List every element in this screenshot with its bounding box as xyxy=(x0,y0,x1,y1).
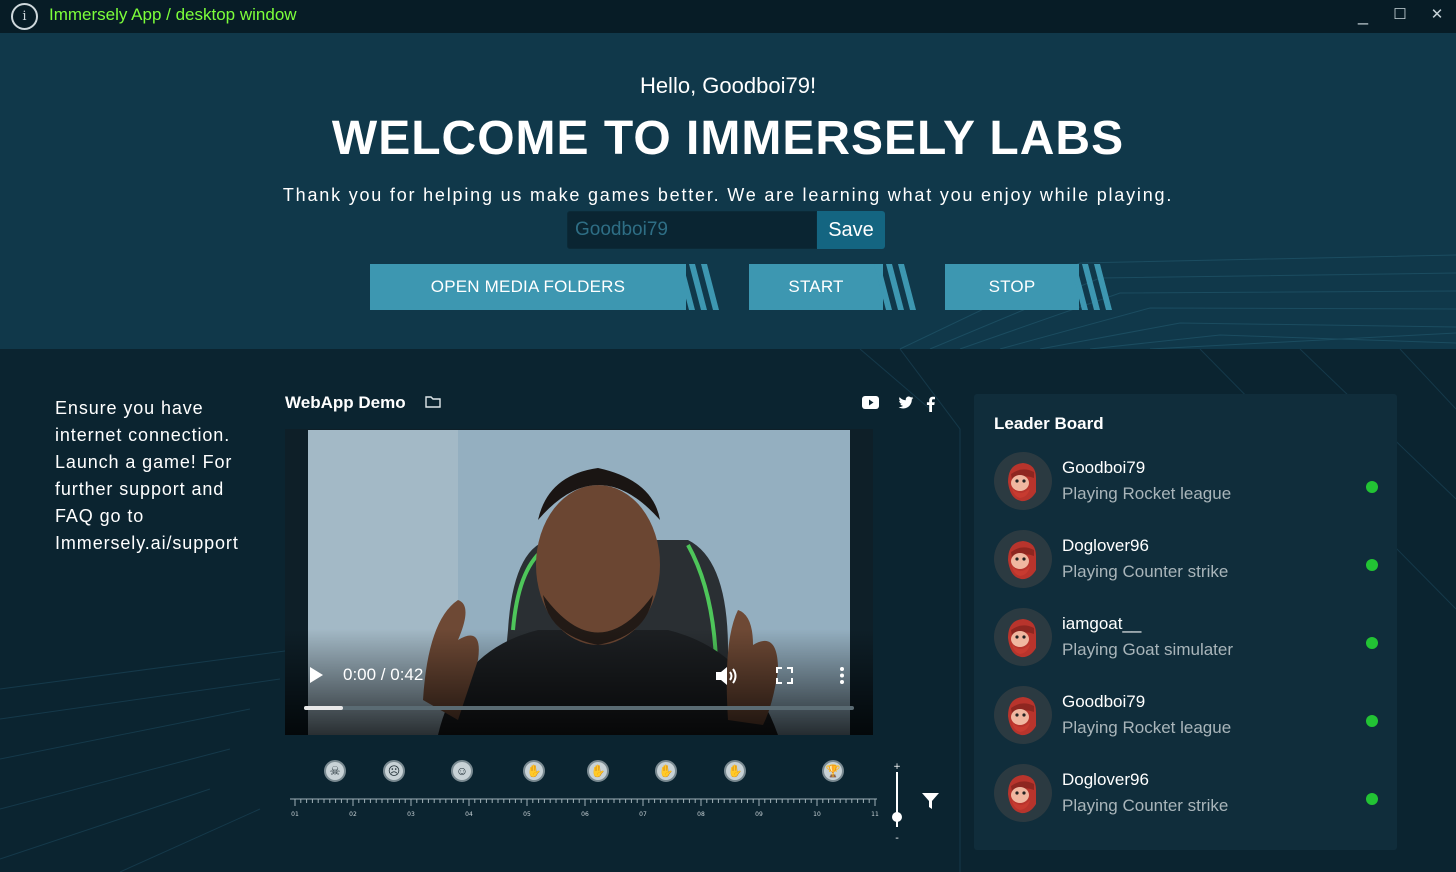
hand-icon[interactable]: ✋ xyxy=(724,760,746,782)
page-title: WELCOME TO IMMERSELY LABS xyxy=(331,112,1125,165)
video-time: 0:00 / 0:42 xyxy=(343,665,424,684)
timeline-tick-label: 02 xyxy=(349,811,357,818)
online-status-dot xyxy=(1366,637,1378,649)
sad-face-icon[interactable]: ☹ xyxy=(383,760,405,782)
timeline-ruler[interactable]: 01 02 03 04 05 06 07 08 09 10 11 xyxy=(285,789,885,829)
timeline-tick-label: 07 xyxy=(639,811,647,818)
leaderboard-panel: Leader Board Goodboi79 Playing Rocket lea… xyxy=(974,394,1397,850)
timeline-tick-label: 09 xyxy=(755,811,763,818)
stripes-decoration xyxy=(1070,264,1112,310)
hand-icon[interactable]: ✋ xyxy=(587,760,609,782)
open-media-folders-button[interactable]: OPEN MEDIA FOLDERS xyxy=(370,264,686,310)
start-button[interactable]: START xyxy=(749,264,883,310)
timeline-tick-label: 04 xyxy=(465,811,473,818)
welcome-panel: Hello, Goodboi79! WELCOME TO IMMERSELY L… xyxy=(0,33,1456,349)
youtube-icon[interactable] xyxy=(862,396,879,409)
fullscreen-icon[interactable] xyxy=(776,667,793,684)
title-bar: i Immersely App / desktop window _ ☐ ✕ xyxy=(0,0,1456,33)
minimize-button[interactable]: _ xyxy=(1351,4,1375,26)
online-status-dot xyxy=(1366,715,1378,727)
play-icon[interactable] xyxy=(308,666,324,684)
online-status-dot xyxy=(1366,793,1378,805)
maximize-button[interactable]: ☐ xyxy=(1388,4,1412,26)
player-status: Playing Rocket league xyxy=(1062,718,1232,737)
avatar xyxy=(994,452,1052,510)
player-name: Goodboi79 xyxy=(1062,458,1146,477)
timeline-tick-label: 10 xyxy=(813,811,821,818)
zoom-minus[interactable]: - xyxy=(895,833,899,843)
close-button[interactable]: ✕ xyxy=(1425,4,1449,26)
timeline-tick-label: 01 xyxy=(291,811,299,818)
video-progress-fill xyxy=(304,706,343,710)
player-name: Doglover96 xyxy=(1062,770,1149,789)
main-content: Ensure you have internet connection. Lau… xyxy=(0,349,1456,872)
zoom-handle[interactable] xyxy=(892,812,902,822)
video-title: WebApp Demo xyxy=(285,393,406,412)
player-status: Playing Counter strike xyxy=(1062,796,1229,815)
facebook-icon[interactable] xyxy=(926,396,935,412)
stripes-decoration xyxy=(874,264,916,310)
twitter-icon[interactable] xyxy=(898,396,914,410)
player-name: Doglover96 xyxy=(1062,536,1149,555)
username-input[interactable] xyxy=(567,211,817,249)
video-player[interactable]: 0:00 / 0:42 xyxy=(285,429,873,735)
leaderboard-player-row[interactable]: Goodboi79 Playing Rocket league xyxy=(994,686,1384,746)
zoom-slider[interactable]: + - xyxy=(890,763,904,843)
skull-icon[interactable]: ☠ xyxy=(324,760,346,782)
filter-icon[interactable] xyxy=(922,793,939,809)
save-button[interactable]: Save xyxy=(817,211,885,249)
window-title: Immersely App / desktop window xyxy=(49,5,297,24)
online-status-dot xyxy=(1366,481,1378,493)
stripes-decoration xyxy=(677,264,719,310)
happy-face-icon[interactable]: ☺ xyxy=(451,760,473,782)
avatar xyxy=(994,608,1052,666)
timeline-tick-label: 11 xyxy=(871,811,879,818)
hand-icon[interactable]: ✋ xyxy=(655,760,677,782)
zoom-plus[interactable]: + xyxy=(893,763,901,772)
leaderboard-player-row[interactable]: Goodboi79 Playing Rocket league xyxy=(994,452,1384,512)
leaderboard-player-row[interactable]: iamgoat__ Playing Goat simulater xyxy=(994,608,1384,668)
timeline-tick-label: 06 xyxy=(581,811,589,818)
leaderboard-player-row[interactable]: Doglover96 Playing Counter strike xyxy=(994,530,1384,590)
player-name: Goodboi79 xyxy=(1062,692,1146,711)
video-progress-bar[interactable] xyxy=(304,706,854,710)
hand-icon[interactable]: ✋ xyxy=(523,760,545,782)
trophy-icon[interactable]: 🏆 xyxy=(822,760,844,782)
leaderboard-title: Leader Board xyxy=(994,414,1104,433)
leaderboard-player-row[interactable]: Doglover96 Playing Counter strike xyxy=(994,764,1384,824)
player-status: Playing Goat simulater xyxy=(1062,640,1234,659)
player-status: Playing Rocket league xyxy=(1062,484,1232,503)
info-icon: i xyxy=(11,3,38,30)
volume-icon[interactable] xyxy=(715,665,739,687)
tagline-text: Thank you for helping us make games bett… xyxy=(282,185,1174,205)
avatar xyxy=(994,530,1052,588)
player-name: iamgoat__ xyxy=(1062,614,1142,633)
avatar xyxy=(994,686,1052,744)
timeline-tick-label: 05 xyxy=(523,811,531,818)
timeline-tick-label: 03 xyxy=(407,811,415,818)
timeline-tick-label: 08 xyxy=(697,811,705,818)
player-status: Playing Counter strike xyxy=(1062,562,1229,581)
online-status-dot xyxy=(1366,559,1378,571)
folder-icon[interactable] xyxy=(425,395,441,409)
help-text: Ensure you have internet connection. Lau… xyxy=(55,398,239,553)
stop-button[interactable]: STOP xyxy=(945,264,1079,310)
more-vertical-icon[interactable] xyxy=(839,666,845,685)
avatar xyxy=(994,764,1052,822)
greeting-text: Hello, Goodboi79! xyxy=(639,73,817,98)
